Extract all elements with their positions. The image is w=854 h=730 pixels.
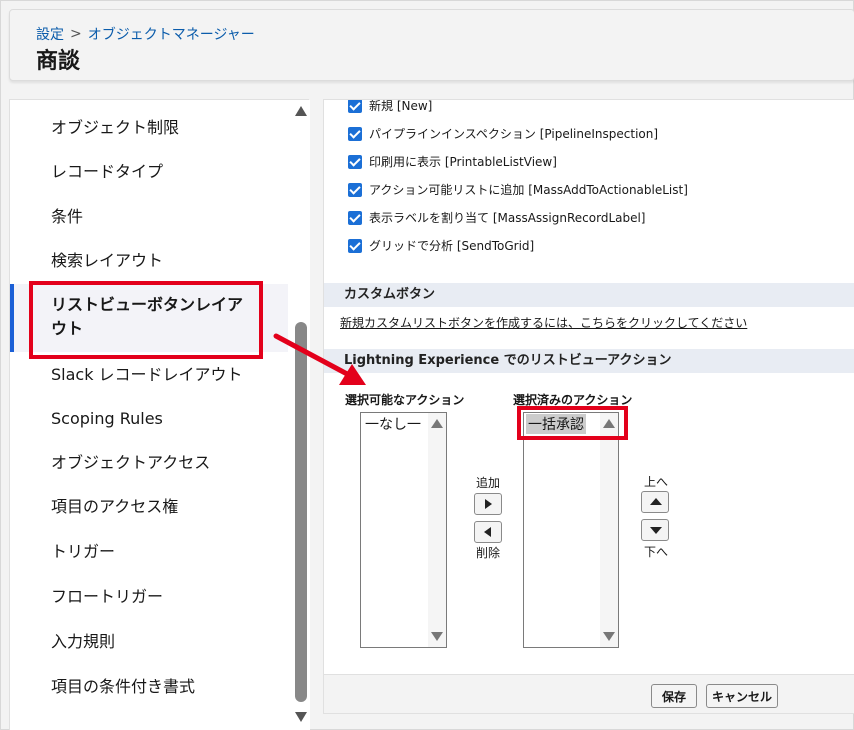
move-down-label: 下へ — [644, 545, 669, 559]
page-header: 設定 > オブジェクトマネージャー 商談 — [9, 9, 854, 81]
annotation-arrow-icon — [273, 333, 366, 385]
button-option-mass-assign-label[interactable]: 表示ラベルを割り当て [MassAssignRecordLabel] — [348, 209, 646, 226]
sidebar-item-label: レコードタイプ — [51, 162, 164, 181]
highlight-box-sidebar — [29, 281, 263, 359]
breadcrumb-object-manager[interactable]: オブジェクトマネージャー — [88, 24, 255, 44]
window-frame: 設定 > オブジェクトマネージャー 商談 オブジェクト制限 レコードタイプ 条件… — [0, 0, 854, 730]
save-button[interactable]: 保存 — [651, 684, 697, 708]
sidebar-item-label: フロートリガー — [51, 587, 164, 606]
sidebar-item-object-limits[interactable]: オブジェクト制限 — [10, 116, 288, 140]
scroll-down-arrow-icon[interactable] — [603, 632, 615, 641]
move-up-label: 上へ — [644, 475, 669, 489]
checkbox-checked-icon[interactable] — [348, 210, 362, 225]
button-option-new[interactable]: 新規 [New] — [348, 99, 433, 114]
checkbox-checked-icon[interactable] — [348, 182, 362, 197]
sidebar-item-triggers[interactable]: トリガー — [10, 540, 288, 564]
sidebar-item-object-access[interactable]: オブジェクトアクセス — [10, 451, 288, 475]
button-option-label: 表示ラベルを割り当て [MassAssignRecordLabel] — [369, 211, 646, 225]
button-option-send-to-grid[interactable]: グリッドで分析 [SendToGrid] — [348, 237, 534, 254]
sidebar-item-label: 検索レイアウト — [51, 251, 164, 270]
lightning-actions-header: Lightning Experience でのリストビューアクション — [324, 349, 854, 373]
sidebar-item-validation-rules[interactable]: 入力規則 — [10, 630, 288, 654]
scroll-up-arrow-icon[interactable] — [295, 106, 307, 116]
sidebar-item-label: 条件 — [51, 207, 84, 226]
button-option-label: 印刷用に表示 [PrintableListView] — [369, 155, 557, 169]
remove-label: 削除 — [476, 546, 501, 560]
sidebar-item-conditional-formatting[interactable]: 項目の条件付き書式 — [10, 675, 288, 699]
create-custom-button-link[interactable]: 新規カスタムリストボタンを作成するには、こちらをクリックしてください — [340, 314, 747, 331]
highlight-box-selected-action — [517, 406, 628, 440]
sidebar-item-label: オブジェクトアクセス — [51, 453, 211, 472]
sidebar-item-label: オブジェクト制限 — [51, 118, 180, 137]
button-option-label: アクション可能リストに追加 [MassAddToActionableList] — [369, 183, 688, 197]
button-option-label: 新規 [New] — [369, 99, 433, 113]
arrow-up-icon — [650, 498, 662, 505]
available-actions-label: 選択可能なアクション — [345, 393, 465, 407]
sidebar-item-field-accessibility[interactable]: 項目のアクセス権 — [10, 495, 288, 519]
page-title: 商談 — [36, 49, 81, 74]
sidebar-item-label: 項目の条件付き書式 — [51, 677, 196, 696]
checkbox-checked-icon[interactable] — [348, 126, 362, 141]
sidebar-item-flow-triggers[interactable]: フロートリガー — [10, 585, 288, 609]
available-actions-listbox[interactable]: 一なし一 — [360, 412, 447, 648]
scroll-down-arrow-icon[interactable] — [295, 712, 307, 722]
cancel-button[interactable]: キャンセル — [706, 684, 778, 708]
sidebar-item-conditions[interactable]: 条件 — [10, 205, 288, 229]
footer-bar: 保存 キャンセル — [324, 674, 854, 713]
remove-button[interactable] — [474, 521, 502, 543]
button-option-label: パイプラインインスペクション [PipelineInspection] — [369, 127, 659, 141]
sidebar-item-label: 入力規則 — [51, 632, 116, 651]
breadcrumb-settings[interactable]: 設定 — [36, 24, 64, 44]
arrow-down-icon — [650, 527, 662, 534]
available-option[interactable]: 一なし一 — [363, 414, 423, 434]
sidebar-item-label: Scoping Rules — [51, 409, 163, 428]
custom-buttons-header: カスタムボタン — [324, 283, 854, 307]
scroll-down-arrow-icon[interactable] — [431, 632, 443, 641]
sidebar-item-slack-record-layout[interactable]: Slack レコードレイアウト — [10, 363, 288, 387]
checkbox-checked-icon[interactable] — [348, 100, 362, 113]
sidebar-item-record-types[interactable]: レコードタイプ — [10, 160, 288, 184]
breadcrumb: 設定 > オブジェクトマネージャー — [36, 24, 255, 44]
breadcrumb-separator: > — [70, 26, 82, 42]
sidebar-item-scoping-rules[interactable]: Scoping Rules — [10, 407, 288, 431]
add-button[interactable] — [474, 493, 502, 515]
scroll-up-arrow-icon[interactable] — [431, 419, 443, 428]
sidebar: オブジェクト制限 レコードタイプ 条件 検索レイアウト リストビューボタンレイア… — [9, 99, 310, 730]
checkbox-checked-icon[interactable] — [348, 154, 362, 169]
arrow-right-icon — [485, 499, 492, 509]
move-down-button[interactable] — [641, 519, 669, 541]
sidebar-item-label: Slack レコードレイアウト — [51, 365, 243, 384]
button-option-label: グリッドで分析 [SendToGrid] — [369, 239, 535, 253]
add-label: 追加 — [476, 476, 501, 490]
arrow-left-icon — [484, 527, 491, 537]
listbox-scrollbar[interactable] — [600, 413, 618, 647]
sidebar-item-search-layouts[interactable]: 検索レイアウト — [10, 249, 288, 273]
sidebar-scrollbar[interactable] — [292, 100, 310, 730]
sidebar-item-label: トリガー — [51, 542, 116, 561]
move-up-button[interactable] — [641, 491, 669, 513]
button-option-pipeline-inspection[interactable]: パイプラインインスペクション [PipelineInspection] — [348, 125, 658, 142]
listbox-scrollbar[interactable] — [428, 413, 446, 647]
button-option-printable-list-view[interactable]: 印刷用に表示 [PrintableListView] — [348, 153, 557, 170]
sidebar-item-label: 項目のアクセス権 — [51, 497, 179, 516]
checkbox-checked-icon[interactable] — [348, 238, 362, 253]
button-option-mass-add-actionable[interactable]: アクション可能リストに追加 [MassAddToActionableList] — [348, 181, 688, 198]
selected-actions-listbox[interactable]: 一括承認 — [523, 412, 619, 648]
